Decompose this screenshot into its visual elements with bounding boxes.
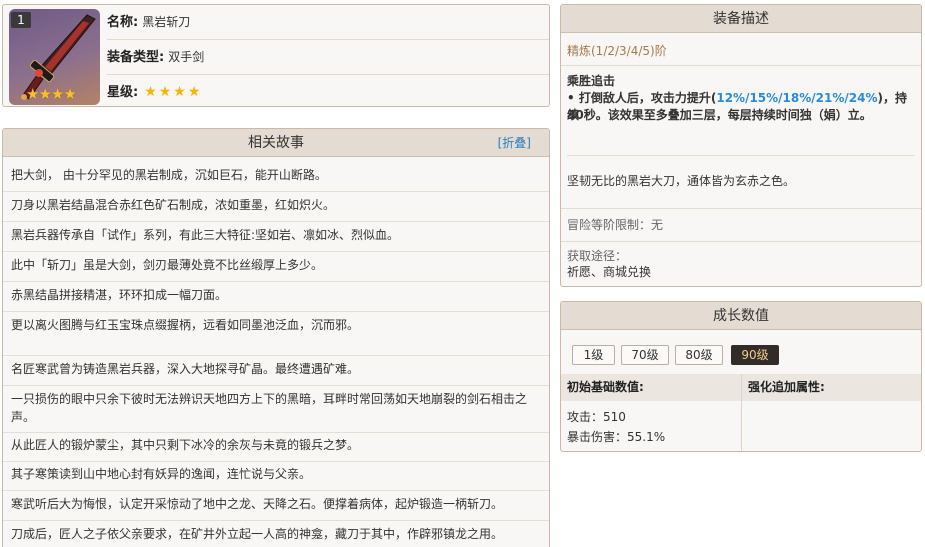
rarity-label: 星级:	[107, 85, 139, 100]
growth-title: 成长数值	[713, 308, 769, 324]
story-line: 赤黑结晶拼接精湛，环环扣成一幅刀面。	[11, 288, 228, 302]
divider	[3, 385, 549, 386]
desc-title: 装备描述	[713, 11, 769, 27]
type-row: 装备类型: 双手剑	[107, 40, 549, 74]
level-badge: 1	[11, 12, 31, 28]
story-title: 相关故事	[248, 135, 304, 151]
divider	[3, 461, 549, 462]
story-line: 此中「斩刀」虽是大剑，剑刃最薄处竟不比丝缎厚上多少。	[11, 258, 324, 272]
source-label: 获取途径：	[567, 249, 628, 263]
story-line: 把大剑， 由十分罕见的黑岩制成，沉如巨石，能开山断路。	[11, 168, 327, 182]
base-stats-header: 初始基础数值:	[561, 374, 741, 401]
story-line: 刀成后，匠人之子依父亲要求，在矿井外立起一人高的神龛，藏刀于其中，作辟邪镇龙之用…	[11, 527, 504, 541]
bonus-stats-header: 强化追加属性:	[741, 374, 921, 401]
story-line: 声。	[11, 410, 36, 424]
name-value: 黑岩斩刀	[142, 15, 191, 29]
divider	[561, 208, 921, 209]
divider	[561, 241, 921, 242]
name-row: 名称: 黑岩斩刀	[107, 5, 549, 39]
divider	[3, 490, 549, 491]
divider	[3, 191, 549, 192]
divider	[561, 65, 921, 66]
level-button-90[interactable]: 90级	[731, 345, 779, 365]
atk-value: 攻击：510	[567, 410, 626, 424]
story-line: 更以离火图腾与红玉宝珠点缀握柄，远看如同墨池泛血，沉而邪。	[11, 318, 360, 332]
base-stats: 攻击：510 暴击伤害：55.1%	[561, 401, 741, 447]
skill-pre: • 打倒敌人后，攻击力提升(	[567, 91, 717, 105]
rarity-row: 星级: ★★★★	[107, 75, 549, 106]
growth-stats-panel: 成长数值 1级 70级 80级 90级 初始基础数值: 强化追加属性: 攻击：5…	[560, 301, 922, 452]
fold-link[interactable]: [折叠]	[498, 129, 531, 157]
level-button-70[interactable]: 70级	[621, 345, 669, 365]
level-button-80[interactable]: 80级	[675, 345, 723, 365]
skill-name: 乘胜追击	[567, 74, 616, 88]
type-label: 装备类型:	[107, 50, 165, 65]
divider	[3, 221, 549, 222]
story-panel: 相关故事 [折叠] 把大剑， 由十分罕见的黑岩制成，沉如巨石，能开山断路。 刀身…	[2, 128, 550, 547]
name-label: 名称:	[107, 15, 139, 30]
star-icon: ★★★★	[144, 84, 203, 100]
rank-limit: 冒险等阶限制：无	[567, 218, 664, 232]
divider	[3, 432, 549, 433]
story-line: 寒武听后大为悔恨，认定开采惊动了地中之龙、天降之石。便撑着病体，起炉锻造一柄斩刀…	[11, 497, 504, 511]
skill-effect-line2: 30秒。该效果至多叠加三层，每层持续时间独（娟）立。	[567, 108, 872, 122]
desc-header: 装备描述	[561, 5, 921, 33]
equipment-description-panel: 装备描述 精炼(1/2/3/4/5)阶 乘胜追击 • 打倒敌人后，攻击力提升(1…	[560, 4, 922, 287]
source-value: 祈愿、商城兑换	[567, 265, 652, 279]
weapon-image: 1 ★★★★	[9, 9, 100, 105]
crit-dmg-value: 暴击伤害：55.1%	[567, 430, 666, 444]
rarity-stars-overlay: ★★★★	[26, 85, 77, 103]
level-button-1[interactable]: 1级	[572, 345, 615, 365]
column-divider	[741, 401, 742, 451]
divider	[3, 520, 549, 521]
story-line: 名匠寒武曾为铸造黑岩兵器，深入大地探寻矿晶。最终遭遇矿难。	[11, 362, 360, 376]
weapon-info-panel: 1 ★★★★ 名称: 黑岩斩刀 装备类型: 双手剑 星级: ★★★★	[2, 4, 550, 107]
divider	[3, 355, 549, 356]
divider	[3, 281, 549, 282]
story-line: 从此匠人的锻炉蒙尘，其中只剩下冰冷的余灰与未竟的锻兵之梦。	[11, 438, 360, 452]
story-line: 一只损伤的眼中只余下彼时无法辨识天地四方上下的黑暗，耳畔时常回荡如天地崩裂的剑石…	[11, 392, 528, 406]
growth-header: 成长数值	[561, 302, 921, 330]
story-line: 刀身以黑岩结晶混合赤红色矿石制成，浓如重墨，红如炽火。	[11, 198, 336, 212]
divider	[3, 311, 549, 312]
refine-levels: 精炼(1/2/3/4/5)阶	[567, 44, 667, 58]
skill-values: 12%/15%/18%/21%/24%	[716, 91, 878, 105]
story-line: 其子寒策读到山中地心封有妖异的逸闻，连忙说与父亲。	[11, 467, 312, 481]
divider	[567, 155, 915, 156]
flavor-text: 坚韧无比的黑岩大刀，通体皆为玄赤之色。	[567, 174, 796, 188]
story-header: 相关故事 [折叠]	[3, 129, 549, 157]
type-value: 双手剑	[168, 50, 205, 64]
story-line: 黑岩兵器传承自「试作」系列，有此三大特征:坚如岩、凛如冰、烈似血。	[11, 228, 400, 242]
divider	[3, 251, 549, 252]
